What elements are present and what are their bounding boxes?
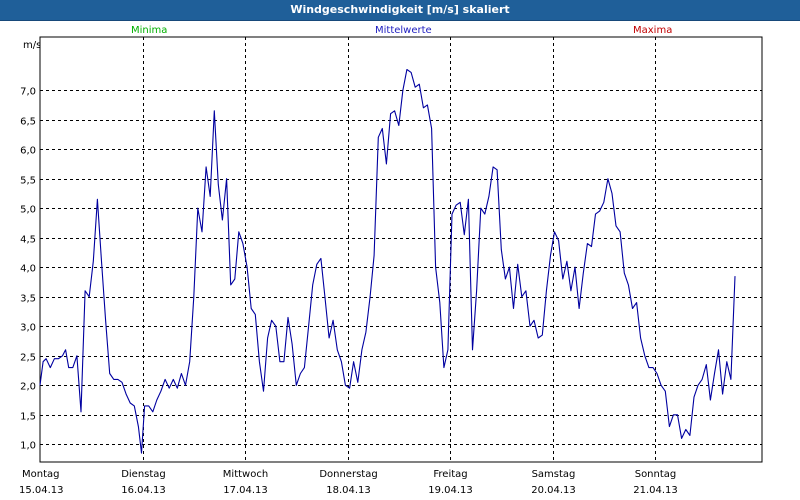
x-tick-day: Montag [22,469,59,480]
y-tick-label: 5,0 [20,205,36,216]
plot-frame [39,36,763,463]
x-tick-date: 15.04.13 [19,485,64,496]
y-tick-label: 7,0 [20,87,36,98]
x-tick-day: Samstag [532,469,576,480]
y-tick-label: 2,0 [20,382,36,393]
y-tick-label: 1,5 [20,412,36,423]
x-tick-date: 20.04.13 [531,485,576,496]
x-tick-day: Donnerstag [319,469,377,480]
x-tick-date: 18.04.13 [326,485,371,496]
wind-speed-chart: 1,0 1,5 2,0 2,5 3,0 3,5 4,0 4,5 5,0 5,5 6,0 6,5 7,0 M… [19,36,763,496]
y-tick-label: 6,5 [20,117,36,128]
x-tick-date: 21.04.13 [633,485,678,496]
x-tick-date: 16.04.13 [121,485,166,496]
x-tick-day: Sonntag [635,469,677,480]
x-tick-date: 17.04.13 [223,485,268,496]
y-tick-label: 1,0 [20,441,36,452]
x-tick-day: Mittwoch [223,469,268,480]
y-tick-label: 3,0 [20,323,36,334]
x-tick-day: Freitag [433,469,467,480]
x-tick-day: Dienstag [121,469,166,480]
y-tick-label: 3,5 [20,294,36,305]
x-tick-date: 19.04.13 [428,485,473,496]
y-tick-label: 5,5 [20,176,36,187]
y-tick-label: 6,0 [20,146,36,157]
y-tick-label: 4,0 [20,264,36,275]
y-tick-label: 2,5 [20,353,36,364]
y-tick-label: 4,5 [20,235,36,246]
